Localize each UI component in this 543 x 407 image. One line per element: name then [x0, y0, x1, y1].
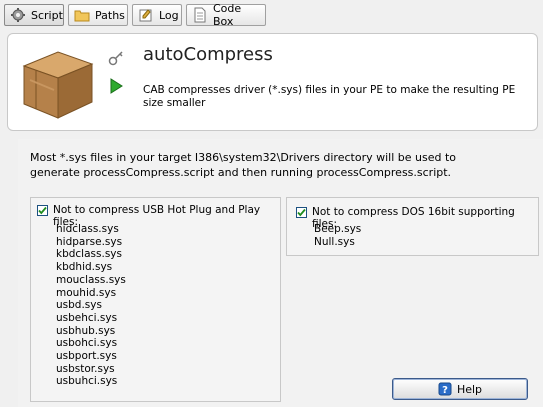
list-item: usbohci.sys — [56, 337, 118, 350]
tab-log[interactable]: Log — [132, 4, 182, 26]
list-item: usbehci.sys — [56, 311, 118, 324]
dos-file-list: Beep.sys Null.sys — [314, 223, 361, 248]
list-item: usbhub.sys — [56, 324, 116, 337]
help-button-label: Help — [456, 382, 483, 396]
gear-icon — [9, 6, 27, 24]
list-item: hidparse.sys — [56, 235, 123, 248]
list-item: usbd.sys — [56, 299, 102, 312]
help-icon: ? — [438, 382, 452, 396]
list-item: kbdhid.sys — [56, 261, 113, 274]
usb-compress-checkbox[interactable] — [37, 205, 48, 216]
tab-paths[interactable]: Paths — [68, 4, 128, 26]
list-item: usbport.sys — [56, 350, 117, 363]
script-description: CAB compresses driver (*.sys) files in y… — [143, 84, 516, 109]
list-item: usbuhci.sys — [56, 375, 118, 388]
tab-label: Log — [159, 8, 179, 22]
checkmark-icon — [38, 206, 47, 215]
tab-label: Code Box — [212, 2, 242, 28]
folder-icon — [73, 6, 91, 24]
usb-files-group: Not to compress USB Hot Plug and Play fi… — [30, 197, 281, 402]
tab-bar: Script Paths Log Code Box — [0, 0, 543, 30]
list-item: usbstor.sys — [56, 362, 115, 375]
tab-code-box[interactable]: Code Box — [186, 2, 266, 28]
list-item: hidclass.sys — [56, 223, 119, 235]
document-icon — [191, 6, 209, 24]
tab-script[interactable]: Script — [4, 4, 64, 26]
tab-label: Paths — [95, 8, 125, 22]
list-item: mouhid.sys — [56, 286, 117, 299]
list-item: mouclass.sys — [56, 273, 126, 286]
svg-text:?: ? — [442, 385, 448, 396]
checkmark-icon — [297, 208, 306, 217]
run-play-icon[interactable] — [109, 78, 123, 94]
list-item: Null.sys — [314, 235, 355, 248]
tab-label: Script — [31, 8, 63, 22]
script-header-panel: autoCompress CAB compresses driver (*.sy… — [7, 33, 538, 131]
list-item: kbdclass.sys — [56, 248, 122, 261]
log-icon — [137, 6, 155, 24]
script-title: autoCompress — [143, 44, 273, 65]
intro-text: Most *.sys files in your target I386\sys… — [30, 151, 457, 179]
script-options-area: Most *.sys files in your target I386\sys… — [18, 139, 543, 407]
dos-files-group: Not to compress DOS 16bit supporting fil… — [286, 197, 539, 256]
usb-file-list: hidclass.sys hidparse.sys kbdclass.sys k… — [56, 223, 126, 388]
list-item: Beep.sys — [314, 223, 362, 235]
package-box-icon — [16, 44, 98, 124]
key-icon[interactable] — [108, 51, 124, 67]
help-button[interactable]: ? Help — [392, 378, 528, 400]
dos-compress-checkbox[interactable] — [296, 207, 307, 218]
